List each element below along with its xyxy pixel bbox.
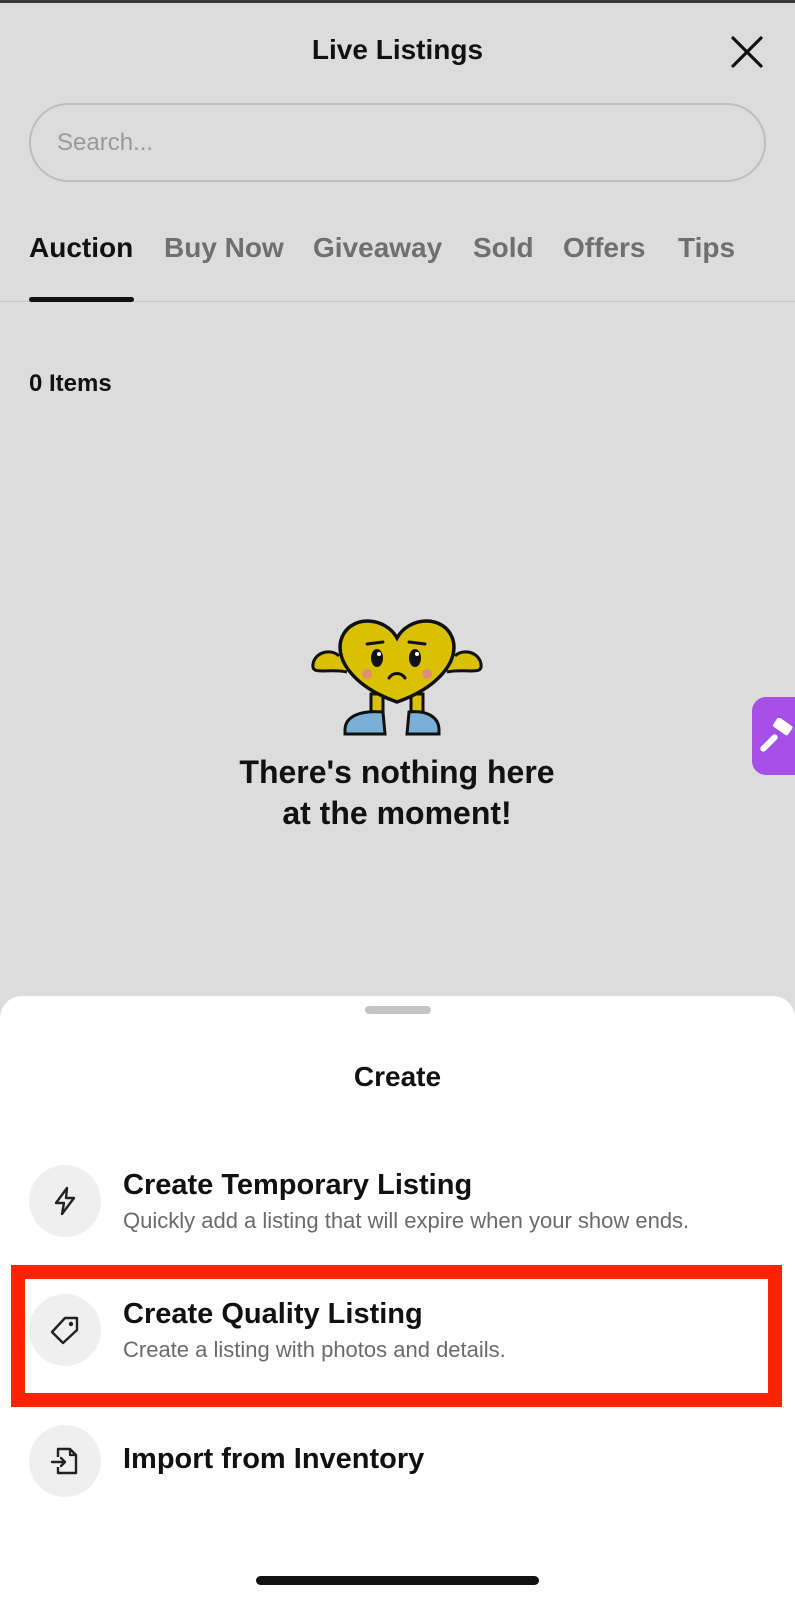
header: Live Listings [0, 0, 795, 100]
tag-icon-circle [29, 1294, 101, 1366]
tab-buy-now[interactable]: Buy Now [164, 232, 284, 264]
sheet-title: Create [353, 1061, 442, 1092]
floating-auction-button[interactable] [752, 697, 795, 775]
import-file-icon-circle [29, 1425, 101, 1497]
heart-mascot-illustration [311, 619, 483, 736]
option-title: Create Quality Listing [123, 1298, 423, 1330]
lightning-icon-circle [29, 1165, 101, 1237]
empty-state-message: There's nothing here at the moment! [197, 752, 597, 834]
page-title: Live Listings [311, 34, 484, 65]
hammer-icon [760, 718, 793, 752]
search-bar [29, 103, 766, 182]
option-title: Create Temporary Listing [123, 1169, 473, 1201]
option-subtitle: Create a listing with photos and details… [123, 1337, 506, 1362]
sheet-drag-handle[interactable] [365, 1006, 431, 1014]
tab-auction[interactable]: Auction [29, 232, 133, 264]
tag-icon [50, 1316, 79, 1345]
screen: Live Listings Auction Buy Now Giveaway S… [0, 0, 795, 1600]
item-count: 0 Items [29, 370, 112, 397]
tab-tips[interactable]: Tips [678, 232, 735, 264]
option-subtitle: Quickly add a listing that will expire w… [123, 1208, 690, 1233]
import-file-icon [50, 1447, 78, 1475]
close-icon [731, 36, 763, 68]
option-title: Import from Inventory [123, 1443, 425, 1475]
create-quality-listing-option[interactable]: Create Quality Listing Create a listing … [0, 1270, 795, 1390]
create-temporary-listing-option[interactable]: Create Temporary Listing Quickly add a l… [0, 1141, 795, 1261]
create-bottom-sheet: Create Create Temporary Listing Quickly … [0, 996, 795, 1600]
tab-offers[interactable]: Offers [563, 232, 645, 264]
close-button[interactable] [729, 34, 765, 70]
lightning-icon [54, 1186, 76, 1216]
home-indicator [256, 1576, 539, 1585]
tab-bar: Auction Buy Now Giveaway Sold Offers Tip… [0, 222, 795, 302]
empty-state-line-2: at the moment! [282, 795, 512, 831]
active-tab-indicator [29, 297, 134, 302]
search-input[interactable] [57, 105, 737, 180]
import-from-inventory-option[interactable]: Import from Inventory [0, 1401, 795, 1521]
tab-sold[interactable]: Sold [473, 232, 534, 264]
tab-giveaway[interactable]: Giveaway [313, 232, 442, 264]
empty-state-line-1: There's nothing here [239, 754, 555, 790]
